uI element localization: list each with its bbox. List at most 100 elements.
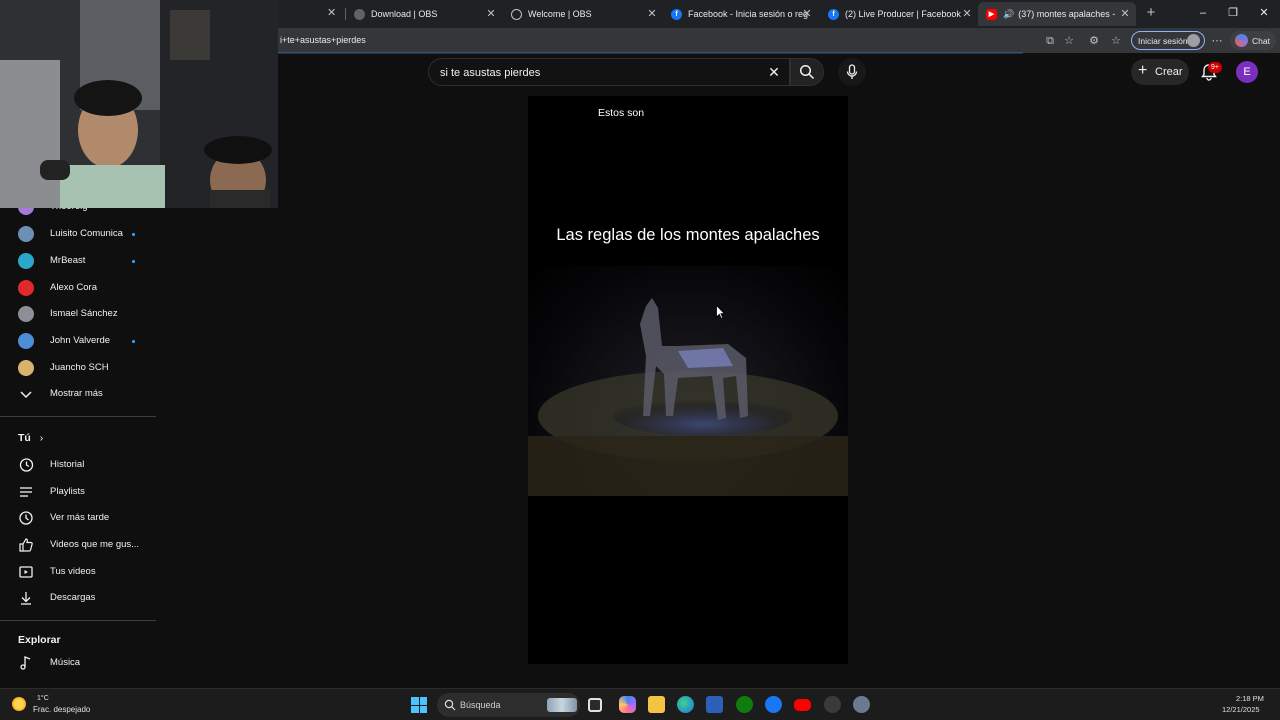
tab-live-producer[interactable]: f (2) Live Producer | Facebook ✕ <box>820 2 978 26</box>
weather-description[interactable]: Frac. despejado <box>33 705 90 714</box>
copilot-app-icon[interactable] <box>619 696 636 713</box>
create-button[interactable]: + Crear <box>1131 59 1189 85</box>
sidebar-item-your-videos[interactable]: Tus videos <box>0 559 156 585</box>
sidebar-divider <box>0 620 156 621</box>
obs-app-icon[interactable] <box>824 696 841 713</box>
sidebar-item-downloads[interactable]: Descargas <box>0 585 156 611</box>
plus-icon: + <box>1138 62 1148 79</box>
subscription-item[interactable]: Ismael Sánchez <box>0 301 156 327</box>
weather-temperature[interactable]: 1°C <box>37 695 49 702</box>
more-options-icon[interactable]: ⋯ <box>1210 34 1224 48</box>
facebook-favicon-icon: f <box>671 8 682 20</box>
playlists-icon <box>20 487 32 497</box>
minimize-window-icon[interactable]: – <box>1196 6 1210 20</box>
taskbar-search-input[interactable]: Búsqueda <box>437 693 580 717</box>
explore-section-heading: Explorar <box>18 634 61 646</box>
close-tab-icon[interactable]: ✕ <box>327 6 336 19</box>
show-more-button[interactable]: Mostrar más <box>0 381 156 407</box>
voice-search-button[interactable] <box>838 58 866 86</box>
account-avatar[interactable]: E <box>1236 61 1258 83</box>
settings-app-icon[interactable] <box>853 696 870 713</box>
xbox-icon[interactable] <box>736 696 753 713</box>
close-tab-icon[interactable]: ✕ <box>960 6 974 22</box>
sidebar-item-label: Videos que me gus... <box>50 539 140 550</box>
audio-playing-icon[interactable]: 🔊 <box>1003 9 1014 20</box>
facebook-favicon-icon: f <box>828 8 839 20</box>
search-query-text: si te asustas pierdes <box>440 67 541 79</box>
subscription-item[interactable]: Juancho SCH <box>0 355 156 381</box>
subscription-label: Juancho SCH <box>50 362 109 373</box>
copilot-chat-button[interactable]: Chat <box>1230 31 1276 50</box>
sidebar-item-watch-later[interactable]: Ver más tarde <box>0 505 156 531</box>
history-icon <box>19 458 34 472</box>
webcam-streamers-image <box>0 0 278 208</box>
channel-avatar <box>18 360 34 376</box>
tab-youtube-active[interactable]: ▶ 🔊 (37) montes apalaches - YouTube ✕ <box>978 2 1136 26</box>
you-section-heading[interactable]: Tú › <box>18 432 43 444</box>
install-app-icon[interactable]: ⧉ <box>1043 34 1057 48</box>
sidebar: Theorelg Luisito Comunica MrBeast Alexo … <box>0 195 160 685</box>
close-window-icon[interactable]: ✕ <box>1257 6 1271 20</box>
copilot-icon <box>1235 34 1248 47</box>
subscription-item[interactable]: John Valverde <box>0 328 156 354</box>
show-more-label: Mostrar más <box>50 388 103 399</box>
close-tab-icon[interactable]: ✕ <box>645 6 659 22</box>
subscription-label: MrBeast <box>50 255 86 266</box>
close-tab-icon[interactable]: ✕ <box>484 6 498 22</box>
sidebar-item-music[interactable]: Música <box>0 650 156 676</box>
profile-avatar-icon <box>1187 34 1200 47</box>
new-content-dot <box>132 233 135 236</box>
extensions-icon[interactable]: ⚙ <box>1087 34 1101 48</box>
download-icon <box>21 592 31 605</box>
restore-window-icon[interactable]: ❐ <box>1226 6 1240 20</box>
sidebar-item-liked-videos[interactable]: Videos que me gus... <box>0 532 156 558</box>
tab-download-obs[interactable]: Download | OBS ✕ <box>346 2 502 26</box>
search-input[interactable]: si te asustas pierdes ✕ <box>428 58 790 86</box>
chevron-right-icon: › <box>39 432 44 444</box>
browser-signin-button[interactable]: Iniciar sesión <box>1131 31 1205 50</box>
sidebar-item-history[interactable]: Historial <box>0 452 156 478</box>
youtube-app-icon[interactable] <box>794 699 811 711</box>
sidebar-divider <box>0 416 156 417</box>
favorites-icon[interactable]: ☆ <box>1109 34 1123 48</box>
video-caption: Estos son <box>598 107 645 119</box>
subscription-item[interactable]: Alexo Cora <box>0 275 156 301</box>
subscription-item[interactable]: Luisito Comunica <box>0 221 156 247</box>
search-icon <box>444 699 456 711</box>
obs-favicon-icon <box>354 8 365 20</box>
close-tab-icon[interactable]: ✕ <box>1118 6 1132 22</box>
close-tab-icon[interactable]: ✕ <box>800 6 814 22</box>
youtube-favicon-icon: ▶ <box>986 8 997 20</box>
tab-facebook-login[interactable]: f Facebook - Inicia sesión o regístrate … <box>663 2 818 26</box>
music-icon <box>20 656 31 670</box>
facebook-app-icon[interactable] <box>765 696 782 713</box>
sidebar-item-playlists[interactable]: Playlists <box>0 479 156 505</box>
tab-title: Welcome | OBS <box>528 9 592 19</box>
microsoft-store-icon[interactable] <box>706 696 723 713</box>
new-tab-button[interactable]: + <box>1143 5 1159 21</box>
sidebar-item-label: Ver más tarde <box>50 512 110 523</box>
clock-date[interactable]: 12/21/2025 <box>1222 705 1260 714</box>
clock-time[interactable]: 2:18 PM <box>1236 694 1264 703</box>
video-title-overlay: Las reglas de los montes apalaches <box>556 226 820 244</box>
tab-welcome-obs[interactable]: Welcome | OBS ✕ <box>503 2 663 26</box>
edge-browser-icon[interactable] <box>677 696 694 713</box>
signin-label: Iniciar sesión <box>1138 35 1188 46</box>
you-heading-label: Tú <box>18 432 31 444</box>
shorts-video-player[interactable]: Estos son Las reglas de los montes apala… <box>528 96 848 664</box>
page-load-bar <box>278 52 1023 54</box>
sidebar-item-label: Música <box>50 657 81 668</box>
subscription-item[interactable]: MrBeast <box>0 248 156 274</box>
bookmark-star-icon[interactable]: ☆ <box>1062 34 1076 48</box>
mouse-cursor-icon <box>716 305 725 319</box>
file-explorer-icon[interactable] <box>648 696 665 713</box>
task-view-icon[interactable] <box>588 698 602 712</box>
windows-start-icon[interactable] <box>411 697 427 713</box>
url-text[interactable]: i+te+asustas+pierdes <box>280 35 366 45</box>
weather-icon[interactable] <box>12 697 26 711</box>
microphone-icon <box>846 64 858 79</box>
clear-search-icon[interactable]: ✕ <box>766 64 782 80</box>
video-frame <box>528 266 848 496</box>
search-button[interactable] <box>790 58 824 86</box>
search-icon <box>799 64 815 80</box>
